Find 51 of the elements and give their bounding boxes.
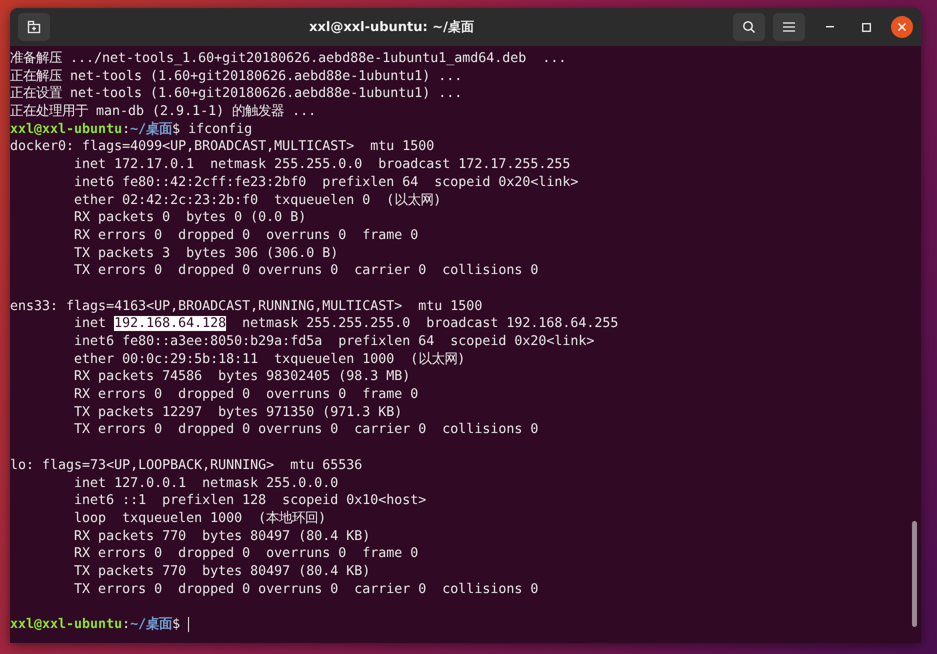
- prompt-path: ~/桌面: [130, 122, 172, 137]
- terminal-text: RX errors 0 dropped 0 overruns 0 frame 0: [73, 228, 418, 243]
- terminal-text: 准备解压 .../net-tools_1.60+git20180626.aebd88e-1ubuntu1_amd64.deb ...: [10, 51, 566, 66]
- prompt-user: xxl@xxl-ubuntu: [10, 617, 122, 632]
- terminal-text: TX errors 0 dropped 0 overruns 0 carrier 0 collisions 0: [73, 263, 538, 278]
- terminal-text: RX packets 770 bytes 80497 (80.4 KB): [73, 528, 370, 544]
- terminal-text: RX errors 0 dropped 0 overruns 0 frame 0: [73, 546, 418, 562]
- terminal-text: 正在设置 net-tools (1.60+git20180626.aebd88e-1ubuntu1) ...: [10, 86, 462, 102]
- terminal-text: inet 127.0.0.1 netmask 255.0.0.0: [73, 476, 338, 490]
- menu-button[interactable]: [773, 13, 805, 41]
- terminal-text: docker0: flags=4099<UP,BROADCAST,MULTICAST> mtu 1500: [10, 139, 434, 154]
- terminal-text: inet6 fe80::42:2cff:fe23:2bf0 prefixlen 64 scopeid 0x20<link>: [73, 174, 578, 190]
- terminal-text: RX errors 0 dropped 0 overruns 0 frame 0: [73, 387, 418, 402]
- terminal-text: TX errors 0 dropped 0 overruns 0 carrier 0 collisions 0: [73, 422, 538, 438]
- terminal-text: inet6 fe80::a3ee:8050:b29a:fd5a prefixlen 64 scopeid 0x20<link>: [73, 334, 594, 349]
- terminal-text: $: [172, 617, 182, 632]
- window-title: xxl@xxl-ubuntu: ~/桌面: [308, 19, 475, 36]
- search-button[interactable]: [733, 13, 765, 41]
- search-icon: [742, 20, 756, 34]
- terminal-text: TX packets 3 bytes 306 (306.0 B): [73, 246, 338, 261]
- terminal-text: netmask 255.255.255.0 broadcast 192.168.64.255: [241, 316, 618, 332]
- close-button[interactable]: [891, 16, 913, 38]
- terminal-text: inet6 ::1 prefixlen 128 scopeid 0x10<host>: [73, 493, 426, 508]
- terminal-text: :: [122, 617, 130, 632]
- text-cursor: [188, 616, 190, 632]
- minimize-icon: [826, 26, 834, 28]
- terminal-text: ens33: flags=4163<UP,BROADCAST,RUNNING,MULTICAST> mtu 1500: [10, 298, 482, 314]
- new-tab-icon: [27, 20, 41, 34]
- scrollbar-thumb[interactable]: [912, 521, 917, 627]
- terminal-text: inet: [73, 316, 108, 332]
- terminal-text: loop txqueuelen 1000 (本地环回): [73, 510, 326, 526]
- terminal-text: TX errors 0 dropped 0 overruns 0 carrier 0 collisions 0: [73, 582, 538, 597]
- terminal-text: RX packets 0 bytes 0 (0.0 B): [73, 210, 306, 226]
- terminal-text: 正在处理用于 man-db (2.9.1-1) 的触发器 ...: [10, 104, 316, 120]
- selected-text: 192.168.64.128: [114, 316, 226, 332]
- menu-icon: [783, 22, 795, 32]
- new-tab-button[interactable]: [18, 13, 50, 41]
- terminal-text: inet 172.17.0.1 netmask 255.255.0.0 broadcast 172.17.255.255: [73, 157, 570, 172]
- terminal-text: ether 00:0c:29:5b:18:11 txqueuelen 1000 (以太网): [73, 352, 466, 367]
- prompt-user: xxl@xxl-ubuntu: [10, 122, 122, 137]
- close-icon: [898, 23, 906, 31]
- terminal-text: $ ifconfig: [172, 122, 252, 137]
- terminal-text: 正在解压 net-tools (1.60+git20180626.aebd88e-1ubuntu1) ...: [10, 68, 462, 84]
- prompt-path: ~/桌面: [130, 617, 172, 632]
- maximize-icon: [862, 22, 870, 32]
- terminal-text: lo: flags=73<UP,LOOPBACK,RUNNING> mtu 65536: [10, 458, 362, 473]
- terminal-text: RX packets 74586 bytes 98302405 (98.3 MB): [73, 369, 410, 384]
- terminal-text: TX packets 12297 bytes 971350 (971.3 KB): [73, 404, 402, 420]
- terminal-text: TX packets 770 bytes 80497 (80.4 KB): [73, 564, 370, 579]
- terminal-text: ether 02:42:2c:23:2b:f0 txqueuelen 0 (以太网): [73, 192, 442, 208]
- terminal-text: :: [122, 122, 130, 137]
